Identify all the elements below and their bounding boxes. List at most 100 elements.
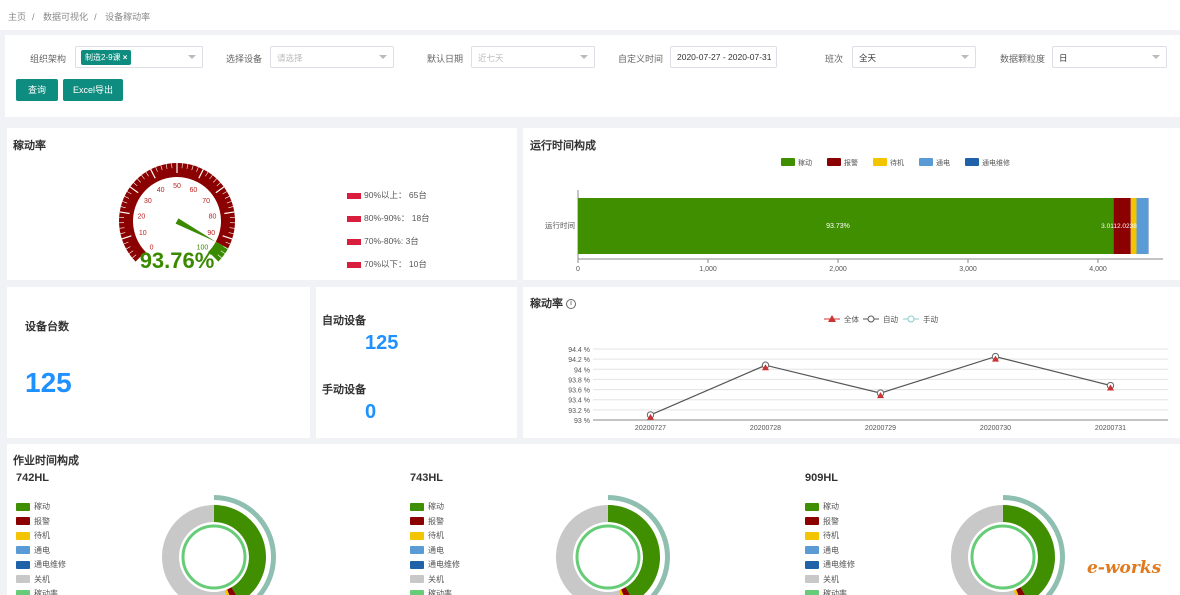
org-tag[interactable]: 制造2-9课 × — [81, 50, 132, 65]
legend-auto: 自动 — [883, 314, 898, 324]
machine-legend-item[interactable]: 稼动率 — [805, 589, 855, 595]
machine-title: 742HL — [16, 472, 50, 484]
machine-legend: 稼动 报警 待机 通电 通电维修 关机稼动率 — [805, 502, 855, 595]
trend-y-tick-label: 93.2 % — [568, 408, 590, 415]
legend-label: 关机 — [428, 574, 444, 584]
machine-legend: 稼动 报警 待机 通电 通电维修 关机稼动率 — [410, 502, 460, 595]
legend-swatch — [805, 575, 819, 584]
machine-legend-item[interactable]: 关机 — [805, 575, 855, 590]
machine-legend-item[interactable]: 通电 — [805, 546, 855, 561]
machine-donut — [951, 495, 1065, 595]
device-select[interactable]: 请选择 — [270, 46, 394, 68]
crumb-current: 设备稼动率 — [105, 12, 151, 22]
trend-x-tick-label: 20200730 — [980, 425, 1011, 432]
machine-legend-item[interactable]: 稼动 — [410, 502, 460, 517]
auto-device-label: 自动设备 — [322, 315, 366, 327]
trend-line — [650, 355, 1111, 416]
granularity-select[interactable]: 日 — [1052, 46, 1167, 68]
machine-legend-item[interactable]: 待机 — [410, 531, 460, 546]
legend-80-90: 80%-90%： 18台 — [347, 212, 430, 224]
machine-legend-item[interactable]: 报警 — [805, 517, 855, 532]
runtime-x-tick-label: 1,000 — [699, 266, 717, 273]
trend-legend: 全体 自动 手动 — [824, 314, 938, 324]
legend-swatch — [805, 589, 819, 595]
legend-swatch — [16, 546, 30, 555]
machine-legend-item[interactable]: 关机 — [16, 575, 66, 590]
legend-swatch — [410, 531, 424, 540]
trend-panel: 稼动率 i 全体 自动 手动 94.4 % 94.2 % 94 % 93.8 % 93.… — [523, 287, 1180, 438]
legend-swatch — [16, 531, 30, 540]
machine-legend-item[interactable]: 待机 — [805, 531, 855, 546]
crumb-home[interactable]: 主页 — [8, 12, 26, 22]
legend-swatch — [410, 575, 424, 584]
trend-y-tick-label: 93.4 % — [568, 398, 590, 405]
legend-swatch — [410, 546, 424, 555]
runtime-small-labels: 3.0112.0238 — [1101, 223, 1137, 230]
chevron-down-icon — [961, 55, 969, 59]
legend-label: 待机 — [34, 531, 50, 540]
legend-swatch — [410, 589, 424, 595]
machine-title: 909HL — [805, 472, 839, 484]
work-time-title: 作业时间构成 — [13, 455, 79, 467]
chevron-down-icon — [379, 55, 387, 59]
date-select[interactable]: 近七天 — [471, 46, 595, 68]
legend-label: 关机 — [823, 574, 839, 584]
legend-swatch — [16, 502, 30, 511]
runtime-panel: 运行时间构成 稼动 报警 待机 通电 通电维修 运行时间 93.73% 3.0112.0… — [523, 128, 1180, 280]
trend-y-tick-label: 94.4 % — [568, 347, 590, 354]
shift-label: 班次 — [825, 54, 844, 64]
machine-legend-item[interactable]: 通电 — [16, 546, 66, 561]
custom-time-input[interactable]: 2020-07-27 - 2020-07-31 — [670, 46, 777, 68]
legend-all: 全体 — [844, 314, 859, 324]
runtime-legend-label: 稼动 — [798, 158, 812, 167]
machine-legend-item[interactable]: 报警 — [410, 517, 460, 532]
machine-legend-item[interactable]: 稼动率 — [410, 589, 460, 595]
machine-legend-item[interactable]: 报警 — [16, 517, 66, 532]
trend-y-tick-label: 93.6 % — [568, 388, 590, 395]
machine-legend-item[interactable]: 待机 — [16, 531, 66, 546]
chevron-down-icon — [1152, 55, 1160, 59]
runtime-bar-4[interactable] — [1147, 198, 1149, 254]
legend-swatch — [16, 560, 30, 569]
runtime-bar-3[interactable] — [1136, 198, 1148, 254]
legend-90-up: 90%以上： 65台 — [347, 189, 427, 201]
manual-device-label: 手动设备 — [322, 384, 366, 396]
machine-legend-item[interactable]: 稼动 — [16, 502, 66, 517]
machine-legend-item[interactable]: 稼动 — [805, 502, 855, 517]
trend-y-tick-label: 94 % — [574, 367, 590, 374]
device-total-label: 设备台数 — [25, 321, 69, 333]
machine-legend-item[interactable]: 通电维修 — [16, 560, 66, 575]
query-button[interactable]: 查询 — [16, 79, 58, 101]
trend-x-tick-label: 20200729 — [865, 425, 896, 432]
custom-time-label: 自定义时间 — [618, 54, 664, 64]
trend-x-tick-label: 20200727 — [635, 425, 666, 432]
gauge-tick-label: 90 — [207, 230, 215, 237]
org-select[interactable]: 制造2-9课 × — [75, 46, 203, 68]
runtime-chart: 稼动 报警 待机 通电 通电维修 运行时间 93.73% 3.0112.0238 0 1,… — [545, 158, 1163, 273]
legend-swatch — [805, 546, 819, 555]
machine-legend-item[interactable]: 通电维修 — [805, 560, 855, 575]
machine-legend-item[interactable]: 通电维修 — [410, 560, 460, 575]
org-label: 组织架构 — [30, 54, 67, 64]
legend-swatch — [16, 589, 30, 595]
gauge-tick-label: 70 — [202, 198, 210, 205]
crumb-visualization[interactable]: 数据可视化 — [43, 12, 88, 22]
shift-select[interactable]: 全天 — [852, 46, 976, 68]
excel-export-button[interactable]: Excel导出 — [63, 79, 123, 101]
runtime-legend-label: 通电 — [936, 158, 950, 167]
machine-legend-item[interactable]: 通电 — [410, 546, 460, 561]
machine-legend-item[interactable]: 稼动率 — [16, 589, 66, 595]
machine-legend-item[interactable]: 关机 — [410, 575, 460, 590]
machine-legend: 稼动 报警 待机通电通电维修 关机 稼动率 — [16, 502, 66, 595]
trend-y-tick-label: 94.2 % — [568, 357, 590, 364]
donut-utilization-ring — [970, 524, 1036, 590]
legend-label: 通电 — [34, 545, 50, 555]
close-icon[interactable]: × — [123, 53, 128, 62]
machine-title: 743HL — [410, 472, 444, 484]
runtime-legend-label: 报警 — [844, 158, 858, 167]
device-count-panel: 设备台数 125 — [7, 287, 310, 438]
trend-x-tick-label: 20200728 — [750, 425, 781, 432]
runtime-x-tick-label: 3,000 — [959, 266, 977, 273]
utilization-value: 93.76% — [140, 248, 215, 273]
legend-swatch — [410, 502, 424, 511]
